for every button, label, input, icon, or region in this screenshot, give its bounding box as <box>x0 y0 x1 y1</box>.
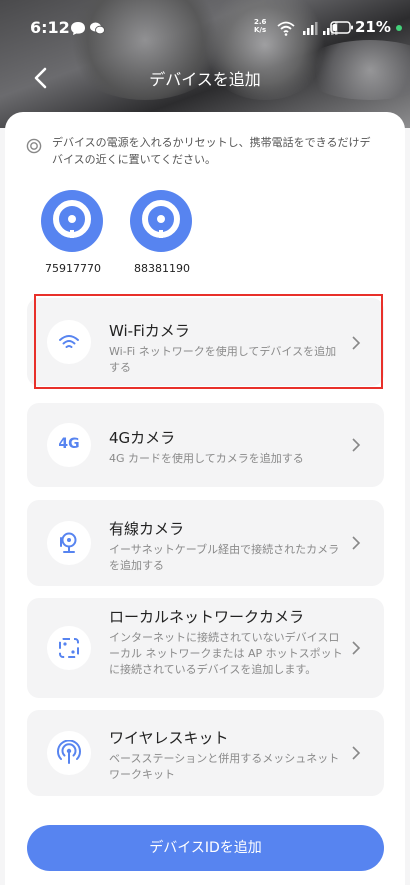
chevron-right-icon <box>352 746 361 760</box>
option-description: ベースステーションと併用するメッシュネットワークキット <box>109 752 340 781</box>
camera-icon <box>41 190 103 252</box>
chevron-right-icon <box>352 536 361 550</box>
battery-percent: 21% <box>355 18 391 36</box>
add-device-id-button[interactable]: デバイスIDを追加 <box>27 825 384 871</box>
net-speed: 2.6 K/s <box>254 18 267 34</box>
option-wired-camera[interactable]: 有線カメラ イーサネットケーブル経由で接続されたカメラを追加する <box>27 500 384 586</box>
wechat-icon <box>90 22 105 35</box>
option-title: ローカルネットワークカメラ <box>109 608 305 626</box>
chevron-right-icon <box>352 641 361 655</box>
chevron-right-icon <box>352 438 361 452</box>
battery-icon <box>330 21 353 34</box>
camera-icon <box>130 190 192 252</box>
option-title: 4Gカメラ <box>109 429 176 447</box>
option-4g-camera[interactable]: 4G 4Gカメラ 4G カードを使用してカメラを追加する <box>27 403 384 487</box>
device-id: 88381190 <box>134 262 190 275</box>
device-id: 75917770 <box>45 262 101 275</box>
message-icon <box>71 22 85 35</box>
option-local-network-camera[interactable]: ローカルネットワークカメラ インターネットに接続されていないデバイスローカル ネ… <box>27 598 384 698</box>
option-description: インターネットに接続されていないデバイスローカル ネットワークまたは AP ホッ… <box>109 631 343 676</box>
4g-icon-text: 4G <box>58 436 80 452</box>
option-title: ワイヤレスキット <box>109 729 229 747</box>
status-bar: 6:12 2.6 K/s 21% <box>0 0 410 44</box>
lan-icon <box>47 626 91 670</box>
highlight-box <box>34 294 383 389</box>
page-title: デバイスを追加 <box>149 70 261 89</box>
signal-icon <box>303 22 318 35</box>
option-wireless-kit[interactable]: ワイヤレスキット ベースステーションと併用するメッシュネットワークキット <box>27 710 384 796</box>
option-description: イーサネットケーブル経由で接続されたカメラを追加する <box>109 543 340 572</box>
status-time: 6:12 <box>30 18 70 37</box>
discovered-device[interactable]: 75917770 <box>41 190 105 275</box>
instruction-text: デバイスの電源を入れるかリセットし、携帯電話をできるだけデバイスの近くに置いてく… <box>52 136 371 166</box>
option-title: 有線カメラ <box>109 520 185 538</box>
4g-icon: 4G <box>47 423 91 467</box>
option-description: 4G カードを使用してカメラを追加する <box>109 452 304 465</box>
wired-camera-icon <box>47 521 91 565</box>
discovered-device[interactable]: 88381190 <box>130 190 194 275</box>
charging-dot <box>396 25 402 31</box>
wireless-kit-icon <box>47 731 91 775</box>
info-icon <box>26 138 42 154</box>
wifi-status-icon <box>277 21 295 36</box>
